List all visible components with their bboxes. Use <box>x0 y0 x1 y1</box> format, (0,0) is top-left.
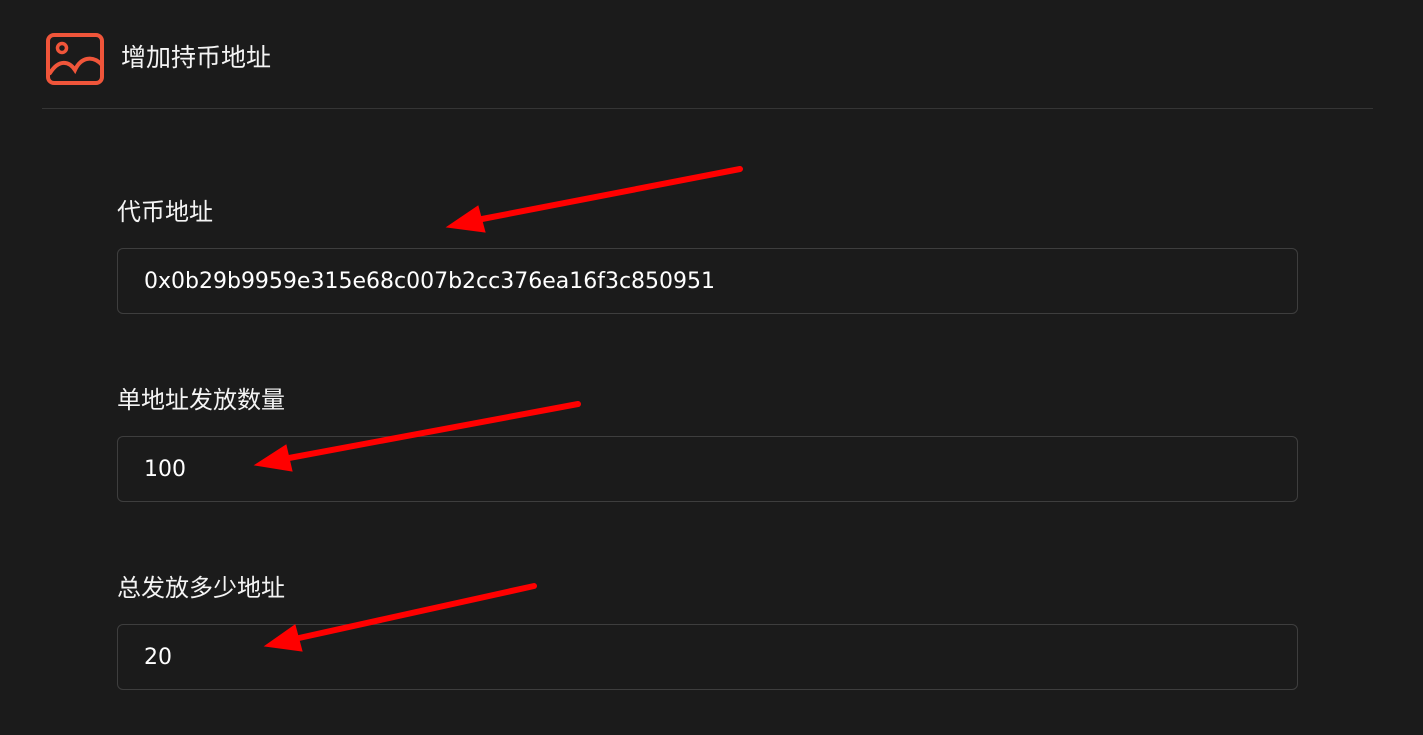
add-holder-address-page: 增加持币地址 代币地址 单地址发放数量 总发放多少地址 <box>0 0 1423 735</box>
token-address-input[interactable] <box>117 248 1298 314</box>
token-address-label: 代币地址 <box>117 198 213 226</box>
total-address-count-label: 总发放多少地址 <box>117 574 285 602</box>
per-address-amount-input[interactable] <box>117 436 1298 502</box>
total-address-count-input[interactable] <box>117 624 1298 690</box>
annotation-arrow <box>445 166 743 233</box>
page-title: 增加持币地址 <box>121 43 272 72</box>
page-header: 增加持币地址 <box>42 0 1373 109</box>
image-icon <box>46 33 104 85</box>
per-address-amount-label: 单地址发放数量 <box>117 386 285 414</box>
